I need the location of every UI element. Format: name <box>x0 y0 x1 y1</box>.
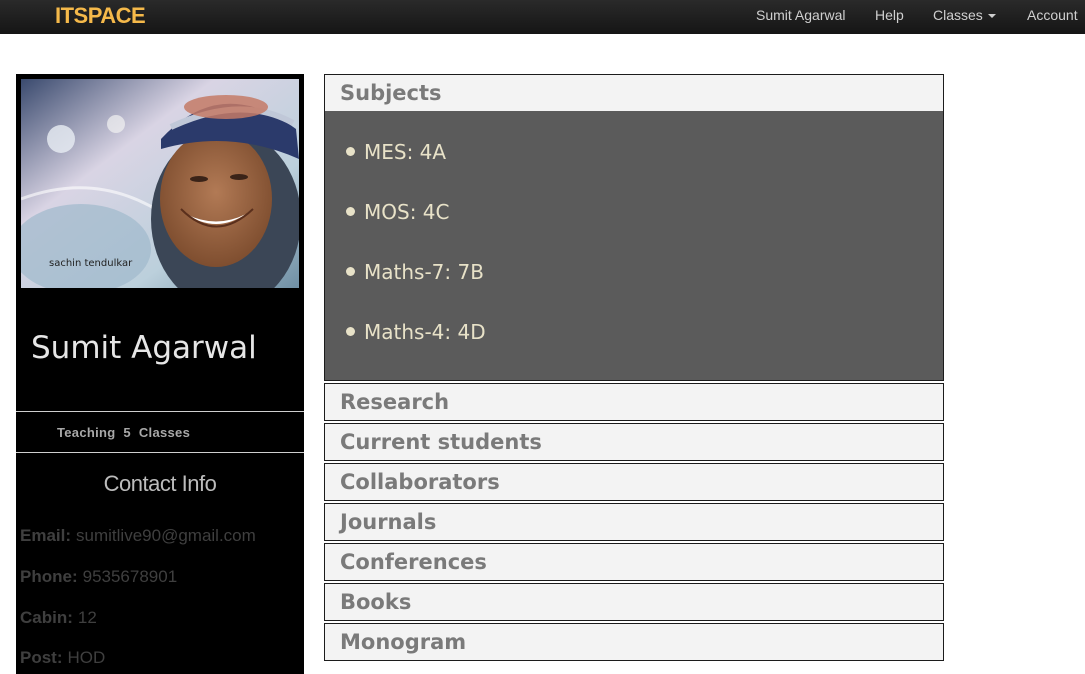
top-navbar: ITSPACE Sumit Agarwal Help Classes Accou… <box>0 0 1085 34</box>
accordion-monogram-label: Monogram <box>340 630 467 654</box>
subjects-panel: MES: 4A MOS: 4C Maths-7: 7B Maths-4: 4D <box>324 111 944 381</box>
subject-item: MES: 4A <box>346 140 446 164</box>
contact-cabin: Cabin: 12 <box>20 608 97 628</box>
contact-cabin-value: 12 <box>77 608 97 627</box>
teaching-count: Teaching 5 Classes <box>57 425 191 440</box>
divider <box>16 411 304 412</box>
bullet-icon <box>346 147 355 156</box>
contact-phone-value: 9535678901 <box>82 567 178 586</box>
contact-email-label: Email: <box>20 526 72 545</box>
contact-email: Email: sumitlive90@gmail.com <box>20 526 256 546</box>
caret-down-icon <box>987 14 996 19</box>
accordion-books-label: Books <box>340 590 412 614</box>
subject-item: Maths-4: 4D <box>346 320 486 344</box>
profile-name: Sumit Agarwal <box>31 330 257 366</box>
accordion-conferences[interactable]: Conferences <box>324 543 944 581</box>
subject-item-label: Maths-7: 7B <box>364 260 484 284</box>
contact-phone-label: Phone: <box>20 567 78 586</box>
accordion-monogram[interactable]: Monogram <box>324 623 944 661</box>
contact-post: Post: HOD <box>20 648 105 668</box>
accordion-books[interactable]: Books <box>324 583 944 621</box>
accordion-conferences-label: Conferences <box>340 550 487 574</box>
accordion-research-label: Research <box>340 390 450 414</box>
bullet-icon <box>346 327 355 336</box>
nav-classes-dropdown[interactable]: Classes <box>933 7 996 23</box>
profile-sidebar: sachin tendulkar Sumit Agarwal Teaching … <box>16 74 304 674</box>
accordion-journals-label: Journals <box>340 510 437 534</box>
accordion-subjects-label: Subjects <box>340 81 442 105</box>
subject-item-label: MOS: 4C <box>364 200 450 224</box>
accordion-collaborators-label: Collaborators <box>340 470 500 494</box>
bullet-icon <box>346 267 355 276</box>
divider <box>16 452 304 453</box>
contact-cabin-label: Cabin: <box>20 608 73 627</box>
nav-help-link[interactable]: Help <box>875 7 904 23</box>
accordion-current-students-label: Current students <box>340 430 542 454</box>
bullet-icon <box>346 207 355 216</box>
photo-caption: sachin tendulkar <box>49 258 133 269</box>
brand-logo[interactable]: ITSPACE <box>55 3 146 29</box>
subject-item-label: Maths-4: 4D <box>364 320 486 344</box>
subject-item-label: MES: 4A <box>364 140 447 164</box>
contact-post-value: HOD <box>67 648 106 667</box>
accordion-current-students[interactable]: Current students <box>324 423 944 461</box>
contact-phone: Phone: 9535678901 <box>20 567 177 587</box>
accordion-collaborators[interactable]: Collaborators <box>324 463 944 501</box>
nav-account-link[interactable]: Account <box>1027 7 1078 23</box>
contact-info-heading: Contact Info <box>103 471 217 496</box>
profile-photo: sachin tendulkar <box>21 79 299 288</box>
accordion-research[interactable]: Research <box>324 383 944 421</box>
accordion-journals[interactable]: Journals <box>324 503 944 541</box>
contact-post-label: Post: <box>20 648 63 667</box>
nav-classes-label: Classes <box>933 7 983 23</box>
nav-user-link[interactable]: Sumit Agarwal <box>756 7 845 23</box>
accordion-subjects[interactable]: Subjects <box>324 74 944 112</box>
subject-item: Maths-7: 7B <box>346 260 484 284</box>
contact-email-value: sumitlive90@gmail.com <box>76 526 256 545</box>
subject-item: MOS: 4C <box>346 200 449 224</box>
